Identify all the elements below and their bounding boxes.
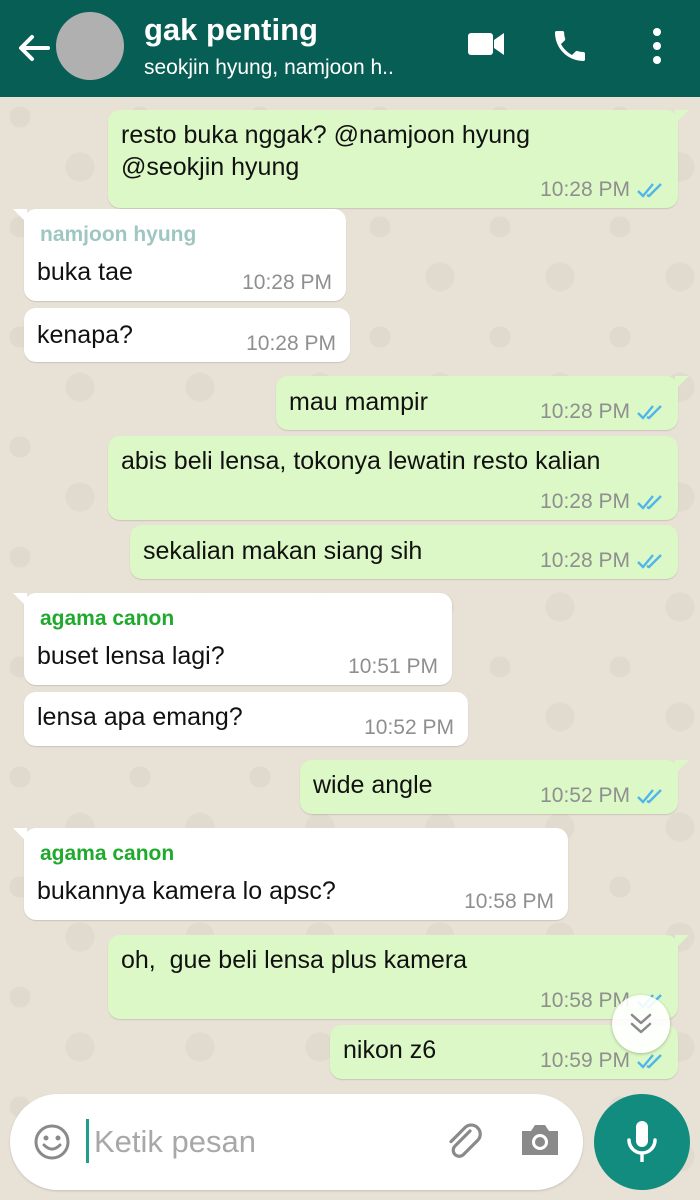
outgoing-message[interactable]: resto buka nggak? @namjoon hyung @seokji… (108, 110, 689, 208)
sender-name: namjoon hyung (40, 223, 197, 246)
outgoing-message[interactable]: oh, gue beli lensa plus kamera 10:58 PM (108, 935, 689, 1019)
chat-area[interactable]: resto buka nggak? @namjoon hyung @seokji… (0, 97, 700, 1200)
message-time: 10:28 PM (540, 400, 630, 423)
message-line: nikon z6 (343, 1036, 437, 1064)
message-line: oh, gue beli lensa plus kamera (121, 946, 468, 974)
outgoing-message[interactable]: mau mampir 10:28 PM (276, 376, 689, 430)
scroll-to-bottom-button[interactable] (612, 995, 670, 1053)
incoming-message[interactable]: kenapa? 10:28 PM (24, 308, 350, 362)
paperclip-icon[interactable] (440, 1118, 486, 1164)
message-composer[interactable]: Ketik pesan (10, 1094, 583, 1190)
more-vertical-icon[interactable] (640, 26, 674, 66)
message-time: 10:28 PM (246, 332, 336, 355)
read-ticks-icon (637, 183, 662, 198)
group-avatar[interactable] (56, 12, 124, 80)
microphone-icon (627, 1121, 657, 1162)
video-camera-icon[interactable] (466, 26, 506, 62)
read-ticks-icon (637, 495, 662, 510)
message-time: 10:28 PM (242, 271, 332, 294)
message-line: buset lensa lagi? (37, 642, 225, 670)
phone-icon[interactable] (550, 26, 590, 66)
incoming-message[interactable]: namjoon hyung buka tae 10:28 PM (13, 209, 346, 301)
message-line: abis beli lensa, tokonya lewatin resto k… (121, 447, 601, 475)
text-cursor (86, 1119, 89, 1163)
message-line: sekalian makan siang sih (143, 537, 423, 565)
message-time: 10:51 PM (348, 655, 438, 678)
message-line: @seokjin hyung (121, 153, 300, 181)
message-line: wide angle (313, 771, 433, 799)
message-line: lensa apa emang? (37, 703, 243, 731)
emoji-icon[interactable] (32, 1122, 72, 1162)
message-line: mau mampir (289, 388, 428, 416)
message-line: buka tae (37, 258, 133, 286)
read-ticks-icon (637, 405, 662, 420)
message-time: 10:52 PM (364, 716, 454, 739)
arrow-left-icon[interactable] (14, 28, 54, 68)
message-time: 10:58 PM (464, 890, 554, 913)
chat-header: gak penting seokjin hyung, namjoon h.. (0, 0, 700, 97)
message-time: 10:52 PM (540, 784, 630, 807)
message-time: 10:28 PM (540, 178, 630, 201)
sender-name: agama canon (40, 607, 175, 630)
camera-icon[interactable] (518, 1120, 562, 1160)
read-ticks-icon (637, 1054, 662, 1069)
message-line: kenapa? (37, 321, 133, 349)
chat-title[interactable]: gak penting (144, 12, 318, 48)
message-time: 10:28 PM (540, 490, 630, 513)
sender-name: agama canon (40, 842, 175, 865)
message-line: bukannya kamera lo apsc? (37, 877, 336, 905)
outgoing-message[interactable]: wide angle 10:52 PM (300, 760, 689, 814)
message-time: 10:28 PM (540, 549, 630, 572)
voice-record-button[interactable] (594, 1094, 690, 1190)
incoming-message[interactable]: agama canon bukannya kamera lo apsc? 10:… (13, 828, 568, 920)
chat-participants[interactable]: seokjin hyung, namjoon h.. (144, 56, 394, 80)
incoming-message[interactable]: agama canon buset lensa lagi? 10:51 PM (13, 593, 452, 685)
message-line: resto buka nggak? @namjoon hyung (121, 121, 530, 149)
read-ticks-icon (637, 554, 662, 569)
double-chevron-down-icon (630, 1013, 652, 1034)
outgoing-message[interactable]: abis beli lensa, tokonya lewatin resto k… (108, 436, 678, 520)
message-time: 10:59 PM (540, 1049, 630, 1072)
read-ticks-icon (637, 789, 662, 804)
outgoing-message[interactable]: sekalian makan siang sih 10:28 PM (130, 525, 678, 579)
message-input[interactable]: Ketik pesan (94, 1124, 256, 1160)
incoming-message[interactable]: lensa apa emang? 10:52 PM (24, 692, 468, 746)
